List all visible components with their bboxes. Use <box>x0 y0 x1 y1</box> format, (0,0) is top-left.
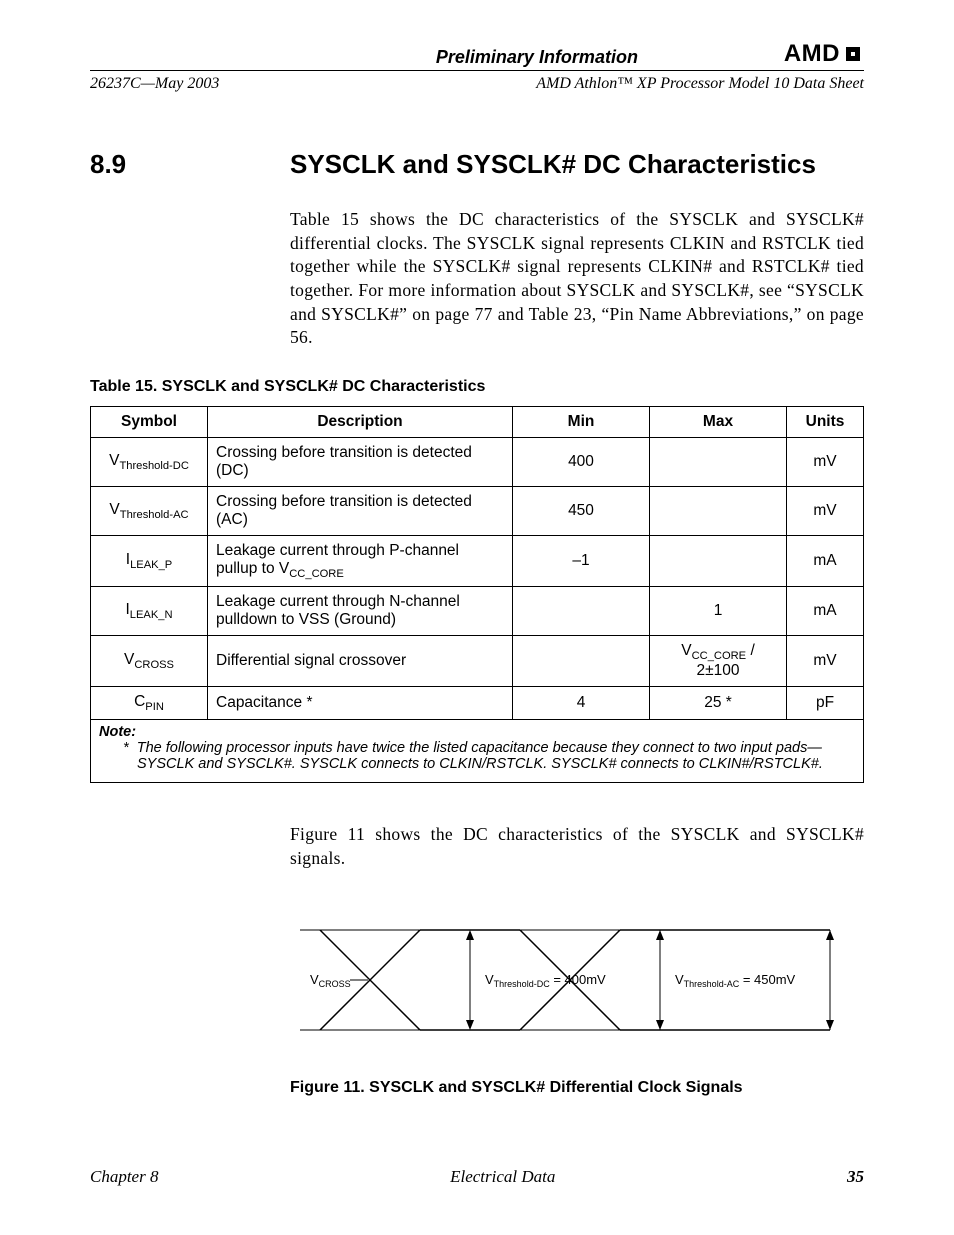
th-description: Description <box>208 406 513 437</box>
th-min: Min <box>513 406 650 437</box>
footer-section: Electrical Data <box>450 1167 555 1187</box>
cell-min <box>513 586 650 635</box>
cell-units: mV <box>787 635 864 686</box>
cell-max <box>650 535 787 586</box>
amd-logo: AMD <box>784 40 864 68</box>
section-paragraph: Table 15 shows the DC characteristics of… <box>290 208 864 350</box>
section-title: SYSCLK and SYSCLK# DC Characteristics <box>290 149 816 180</box>
table-caption: Table 15. SYSCLK and SYSCLK# DC Characte… <box>90 378 864 396</box>
cell-symbol: VThreshold-AC <box>91 486 208 535</box>
table-row: ILEAK_P Leakage current through P-channe… <box>91 535 864 586</box>
footer-page-number: 35 <box>847 1167 864 1187</box>
figure-intro: Figure 11 shows the DC characteristics o… <box>290 823 864 870</box>
cell-desc: Capacitance * <box>208 686 513 719</box>
cell-desc: Crossing before transition is detected (… <box>208 437 513 486</box>
cell-units: pF <box>787 686 864 719</box>
figure-11: VCROSS VThreshold-DC = 400mV VThreshold-… <box>290 900 864 1065</box>
footer-chapter: Chapter 8 <box>90 1167 158 1187</box>
section-number: 8.9 <box>90 149 290 180</box>
cell-units: mA <box>787 586 864 635</box>
label-threshold-dc: VThreshold-DC = 400mV <box>485 972 606 989</box>
doc-number: 26237C—May 2003 <box>90 75 219 93</box>
cell-max <box>650 486 787 535</box>
cell-symbol: VCROSS <box>91 635 208 686</box>
cell-min <box>513 635 650 686</box>
cell-units: mA <box>787 535 864 586</box>
table-header-row: Symbol Description Min Max Units <box>91 406 864 437</box>
cell-desc: Differential signal crossover <box>208 635 513 686</box>
table-row: VThreshold-AC Crossing before transition… <box>91 486 864 535</box>
table-row: VThreshold-DC Crossing before transition… <box>91 437 864 486</box>
cell-min: –1 <box>513 535 650 586</box>
label-vcross: VCROSS <box>310 972 351 989</box>
cell-desc: Leakage current through P-channel pullup… <box>208 535 513 586</box>
cell-max <box>650 437 787 486</box>
th-max: Max <box>650 406 787 437</box>
page-subheader: 26237C—May 2003 AMD Athlon™ XP Processor… <box>90 75 864 93</box>
doc-title: AMD Athlon™ XP Processor Model 10 Data S… <box>536 75 864 93</box>
table-row: CPIN Capacitance * 4 25 * pF <box>91 686 864 719</box>
cell-min: 400 <box>513 437 650 486</box>
clock-signal-diagram: VCROSS VThreshold-DC = 400mV VThreshold-… <box>290 900 850 1060</box>
cell-min: 4 <box>513 686 650 719</box>
table-row: VCROSS Differential signal crossover VCC… <box>91 635 864 686</box>
label-threshold-ac: VThreshold-AC = 450mV <box>675 972 796 989</box>
cell-symbol: VThreshold-DC <box>91 437 208 486</box>
cell-max: VCC_CORE / 2±100 <box>650 635 787 686</box>
page-footer: Chapter 8 Electrical Data 35 <box>90 1167 864 1187</box>
cell-min: 450 <box>513 486 650 535</box>
cell-max: 1 <box>650 586 787 635</box>
cell-desc: Crossing before transition is detected (… <box>208 486 513 535</box>
cell-units: mV <box>787 486 864 535</box>
note-text: * The following processor inputs have tw… <box>123 740 855 772</box>
figure-caption: Figure 11. SYSCLK and SYSCLK# Differenti… <box>290 1079 864 1097</box>
cell-units: mV <box>787 437 864 486</box>
table-note: Note: * The following processor inputs h… <box>90 720 864 783</box>
section-heading: 8.9 SYSCLK and SYSCLK# DC Characteristic… <box>90 149 864 180</box>
note-label: Note: <box>99 724 855 740</box>
cell-symbol: ILEAK_P <box>91 535 208 586</box>
cell-max: 25 * <box>650 686 787 719</box>
cell-symbol: CPIN <box>91 686 208 719</box>
preliminary-label: Preliminary Information <box>436 47 638 68</box>
th-symbol: Symbol <box>91 406 208 437</box>
dc-characteristics-table: Symbol Description Min Max Units VThresh… <box>90 406 864 720</box>
cell-symbol: ILEAK_N <box>91 586 208 635</box>
cell-desc: Leakage current through N-channel pulldo… <box>208 586 513 635</box>
th-units: Units <box>787 406 864 437</box>
page-header: Preliminary Information AMD <box>90 40 864 71</box>
amd-arrow-icon <box>842 43 864 65</box>
table-row: ILEAK_N Leakage current through N-channe… <box>91 586 864 635</box>
